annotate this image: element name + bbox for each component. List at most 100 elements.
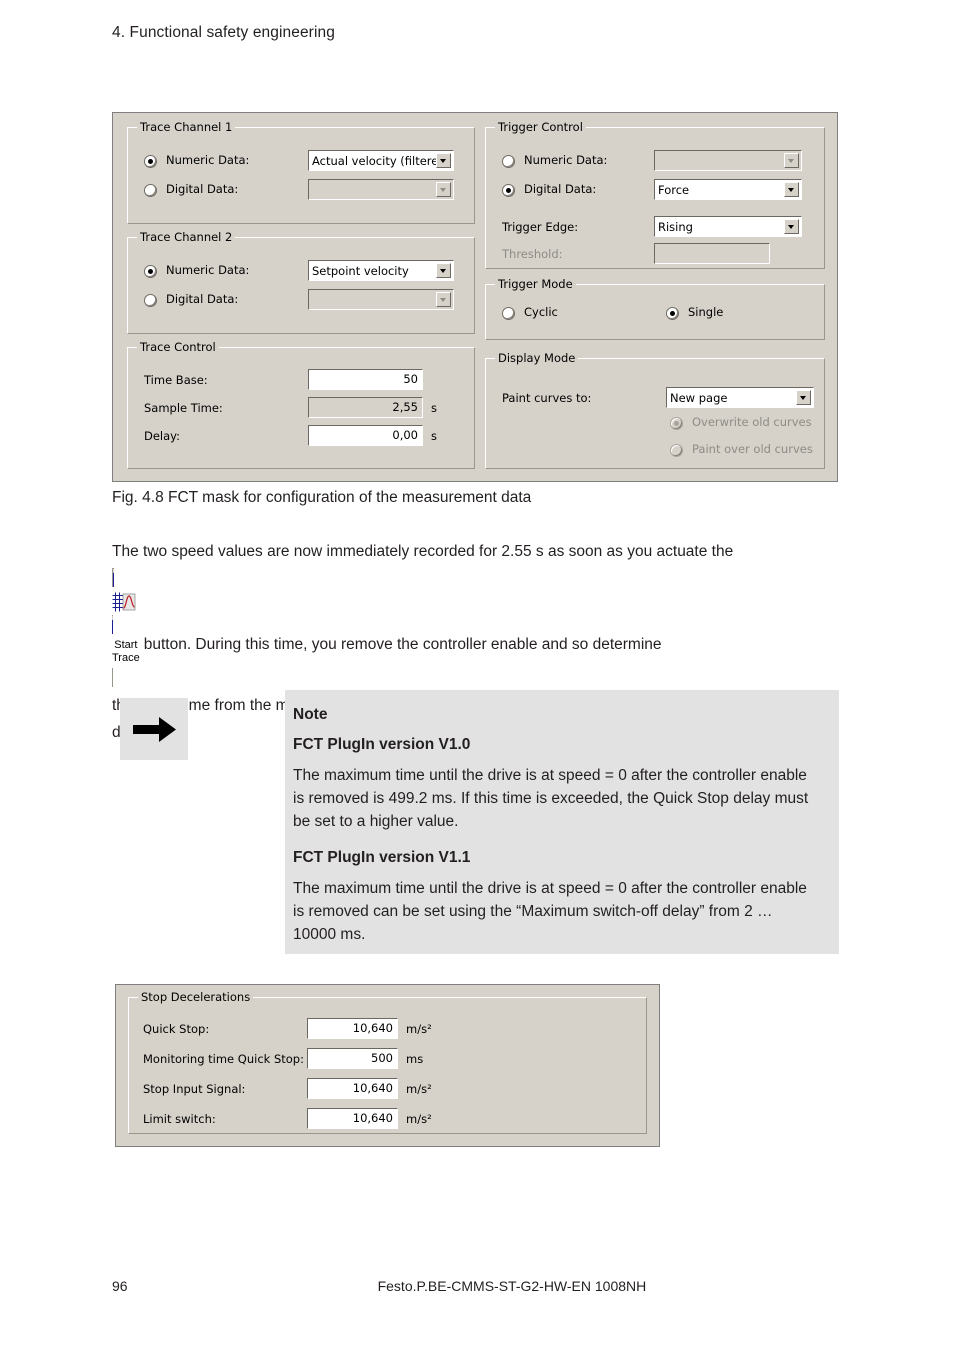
radio-tc1-numeric-data[interactable] <box>144 155 157 168</box>
combo-tc1-numeric-data[interactable]: Actual velocity (filtere <box>308 150 454 171</box>
document-page: 4. Functional safety engineering Trace C… <box>0 0 954 1350</box>
label-quick-stop: Quick Stop: <box>143 1022 210 1036</box>
label-trigger-numeric-data: Numeric Data: <box>524 153 608 167</box>
chevron-down-icon[interactable] <box>436 182 451 197</box>
combo-value-trigger-digital: Force <box>658 183 690 197</box>
group-trace-channel-2: Trace Channel 2 Numeric Data: Setpoint v… <box>127 230 475 334</box>
label-delay: Delay: <box>144 429 181 443</box>
input-delay[interactable]: 0,00 <box>308 425 423 446</box>
radio-tc2-numeric-data[interactable] <box>144 265 157 278</box>
label-stop-input-signal: Stop Input Signal: <box>143 1082 246 1096</box>
footer-page-number: 96 <box>112 1278 128 1294</box>
group-trace-channel-1: Trace Channel 1 Numeric Data: Actual vel… <box>127 120 475 224</box>
chevron-down-icon[interactable] <box>436 263 451 278</box>
combo-value-tc1-numeric: Actual velocity (filtere <box>312 154 439 168</box>
label-monitoring-time-quick-stop: Monitoring time Quick Stop: <box>143 1052 304 1066</box>
combo-trigger-digital-data[interactable]: Force <box>654 179 802 200</box>
group-trigger-control: Trigger Control Numeric Data: Digital Da… <box>485 120 825 269</box>
note-subtitle-v10: FCT PlugIn version V1.0 <box>293 736 471 753</box>
radio-trigger-digital-data[interactable] <box>502 184 515 197</box>
unit-stop-input-signal: m/s² <box>406 1082 432 1096</box>
group-stop-decelerations: Stop Decelerations Quick Stop: 10,640 m/… <box>128 990 647 1134</box>
unit-limit-switch: m/s² <box>406 1112 432 1126</box>
input-quick-stop[interactable]: 10,640 <box>307 1018 398 1039</box>
input-sample-time: 2,55 <box>308 397 423 418</box>
label-time-base: Time Base: <box>144 373 208 387</box>
chevron-down-icon[interactable] <box>436 153 451 168</box>
chevron-down-icon[interactable] <box>796 390 811 405</box>
chevron-down-icon[interactable] <box>784 182 799 197</box>
combo-value-trigger-edge: Rising <box>658 220 693 234</box>
unit-monitoring-time-quick-stop: ms <box>406 1052 424 1066</box>
start-trace-label-line1: Start <box>114 639 138 651</box>
group-trigger-mode: Trigger Mode Cyclic Single <box>485 277 825 340</box>
input-limit-switch[interactable]: 10,640 <box>307 1108 398 1129</box>
group-title-display-mode: Display Mode <box>495 351 579 365</box>
note-title: Note <box>293 706 328 723</box>
label-threshold: Threshold: <box>502 247 563 261</box>
start-trace-button[interactable]: Start Trace <box>112 568 140 687</box>
note-icon-box <box>120 698 188 760</box>
group-title-trace-channel-1: Trace Channel 1 <box>137 120 236 134</box>
radio-tc1-digital-data[interactable] <box>144 184 157 197</box>
label-tc2-numeric-data: Numeric Data: <box>166 263 250 277</box>
combo-trigger-numeric-data[interactable] <box>654 150 802 171</box>
group-title-stop-decelerations: Stop Decelerations <box>138 990 254 1004</box>
arrow-right-icon <box>133 717 176 742</box>
group-title-trace-channel-2: Trace Channel 2 <box>137 230 236 244</box>
label-tc2-digital-data: Digital Data: <box>166 292 239 306</box>
label-sample-time: Sample Time: <box>144 401 223 415</box>
radio-overwrite-old-curves[interactable] <box>670 417 683 430</box>
figure-caption: Fig. 4.8 FCT mask for configuration of t… <box>112 489 532 506</box>
chevron-down-icon[interactable] <box>784 153 799 168</box>
label-trigger-mode-single: Single <box>688 305 724 319</box>
start-trace-button-wrapper: Start Trace <box>112 565 140 692</box>
chevron-down-icon[interactable] <box>784 219 799 234</box>
combo-tc2-digital-data[interactable] <box>308 289 454 310</box>
label-paint-curves-to: Paint curves to: <box>502 391 592 405</box>
group-title-trigger-mode: Trigger Mode <box>495 277 576 291</box>
start-trace-label-line2: Trace <box>112 652 140 664</box>
combo-value-paint-curves: New page <box>670 391 728 405</box>
label-overwrite-old-curves: Overwrite old curves <box>692 415 812 429</box>
note-paragraph-v11: The maximum time until the drive is at s… <box>293 880 807 943</box>
input-stop-input-signal[interactable]: 10,640 <box>307 1078 398 1099</box>
combo-paint-curves-to[interactable]: New page <box>666 387 814 408</box>
input-time-base[interactable]: 50 <box>308 369 423 390</box>
label-trigger-digital-data: Digital Data: <box>524 182 597 196</box>
combo-value-tc2-numeric: Setpoint velocity <box>312 264 409 278</box>
radio-trigger-numeric-data[interactable] <box>502 155 515 168</box>
radio-tc2-digital-data[interactable] <box>144 294 157 307</box>
unit-delay: s <box>431 429 437 443</box>
chart-grid-curve-icon <box>112 573 140 634</box>
stop-decelerations-dialog: Stop Decelerations Quick Stop: 10,640 m/… <box>115 984 660 1147</box>
group-display-mode: Display Mode Paint curves to: New page O… <box>485 351 825 469</box>
note-subtitle-v11: FCT PlugIn version V1.1 <box>293 849 471 866</box>
page-header: 4. Functional safety engineering <box>112 24 335 41</box>
group-trace-control: Trace Control Time Base: 50 Sample Time:… <box>127 340 475 469</box>
radio-trigger-mode-cyclic[interactable] <box>502 307 515 320</box>
label-limit-switch: Limit switch: <box>143 1112 216 1126</box>
fct-measurement-configuration-dialog: Trace Channel 1 Numeric Data: Actual vel… <box>112 112 838 482</box>
combo-tc2-numeric-data[interactable]: Setpoint velocity <box>308 260 454 281</box>
group-title-trace-control: Trace Control <box>137 340 219 354</box>
note-paragraph-v10: The maximum time until the drive is at s… <box>293 767 809 830</box>
combo-tc1-digital-data[interactable] <box>308 179 454 200</box>
combo-trigger-edge[interactable]: Rising <box>654 216 802 237</box>
note-callout: Note FCT PlugIn version V1.0 The maximum… <box>285 690 839 954</box>
input-monitoring-time-quick-stop[interactable]: 500 <box>307 1048 398 1069</box>
body-line-1: The two speed values are now immediately… <box>112 543 734 560</box>
chevron-down-icon[interactable] <box>436 292 451 307</box>
body-line-2: button. During this time, you remove the… <box>143 636 662 653</box>
unit-quick-stop: m/s² <box>406 1022 432 1036</box>
label-tc1-numeric-data: Numeric Data: <box>166 153 250 167</box>
label-trigger-mode-cyclic: Cyclic <box>524 305 558 319</box>
label-trigger-edge: Trigger Edge: <box>502 220 579 234</box>
radio-paint-over-old-curves[interactable] <box>670 444 683 457</box>
label-paint-over-old-curves: Paint over old curves <box>692 442 813 456</box>
footer-document-id: Festo.P.BE-CMMS-ST-G2-HW-EN 1008NH <box>377 1278 647 1294</box>
radio-trigger-mode-single[interactable] <box>666 307 679 320</box>
input-threshold <box>654 243 770 264</box>
unit-sample-time: s <box>431 401 437 415</box>
group-title-trigger-control: Trigger Control <box>495 120 586 134</box>
